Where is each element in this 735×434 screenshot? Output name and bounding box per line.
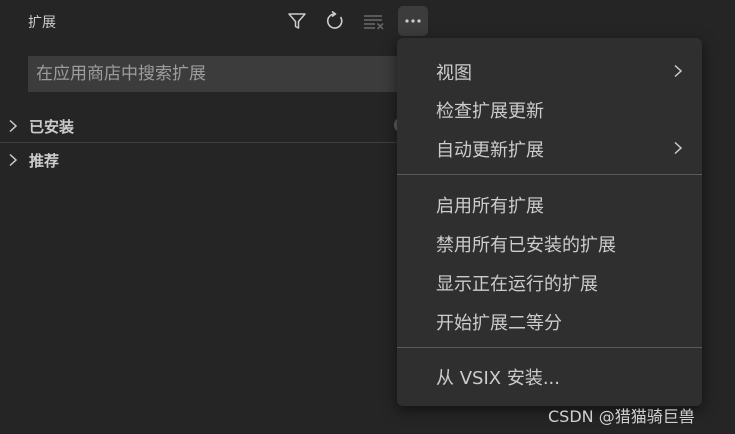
filter-icon	[287, 11, 307, 31]
search-input[interactable]	[28, 56, 428, 92]
section-recommended-label: 推荐	[29, 152, 60, 170]
refresh-button[interactable]	[320, 6, 350, 36]
menu-item-bisect[interactable]: 开始扩展二等分	[397, 303, 702, 337]
view-title: 扩展	[28, 15, 56, 31]
menu-item-check-updates[interactable]: 检查扩展更新	[397, 91, 702, 125]
section-installed[interactable]: 已安装	[0, 110, 400, 142]
search-box	[28, 56, 428, 92]
menu-item-install-vsix[interactable]: 从 VSIX 安装...	[397, 358, 702, 392]
chevron-right-icon	[6, 118, 20, 137]
menu-item-label: 从 VSIX 安装...	[436, 368, 560, 389]
menu-item-label: 检查扩展更新	[436, 101, 544, 122]
section-divider	[0, 142, 400, 143]
section-installed-label: 已安装	[29, 118, 75, 136]
section-recommended[interactable]: 推荐	[0, 144, 400, 176]
menu-item-label: 启用所有扩展	[436, 196, 544, 217]
more-actions-menu: 视图 检查扩展更新 自动更新扩展 启用所有扩展 禁用所有已安装的扩展 显示正在运…	[397, 38, 702, 406]
chevron-right-icon	[672, 63, 684, 82]
more-icon	[403, 11, 423, 31]
chevron-right-icon	[6, 152, 20, 171]
menu-item-label: 显示正在运行的扩展	[436, 274, 598, 295]
filter-button[interactable]	[282, 6, 312, 36]
menu-item-label: 禁用所有已安装的扩展	[436, 235, 616, 256]
chevron-right-icon	[672, 140, 684, 159]
menu-separator	[397, 347, 702, 348]
menu-item-enable-all[interactable]: 启用所有扩展	[397, 186, 702, 220]
menu-item-views[interactable]: 视图	[397, 53, 702, 87]
clear-list-icon	[363, 11, 385, 31]
menu-item-label: 视图	[436, 63, 472, 84]
menu-item-show-running[interactable]: 显示正在运行的扩展	[397, 264, 702, 298]
watermark: CSDN @猎猫骑巨兽	[548, 407, 695, 426]
refresh-icon	[325, 11, 345, 31]
menu-item-disable-all[interactable]: 禁用所有已安装的扩展	[397, 225, 702, 259]
menu-separator	[397, 174, 702, 175]
menu-item-label: 自动更新扩展	[436, 140, 544, 161]
menu-item-label: 开始扩展二等分	[436, 313, 562, 334]
clear-results-button[interactable]	[359, 6, 389, 36]
more-actions-button[interactable]	[398, 6, 428, 36]
menu-item-auto-update[interactable]: 自动更新扩展	[397, 130, 702, 164]
